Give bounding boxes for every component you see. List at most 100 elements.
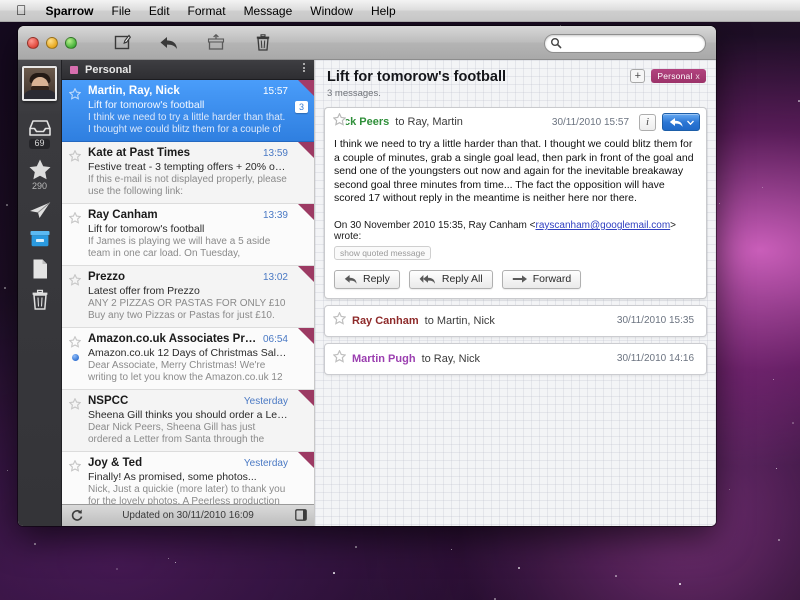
window-controls: [18, 37, 77, 49]
apple-menu-icon[interactable]: : [8, 3, 37, 19]
collapsed-message-row[interactable]: Martin Pugh to Ray, Nick 30/11/2010 14:1…: [324, 343, 707, 375]
forward-icon: [512, 274, 528, 285]
star-icon[interactable]: [69, 335, 81, 353]
star-icon[interactable]: [333, 350, 346, 368]
row-sender: Martin, Ray, Nick: [88, 85, 180, 97]
avatar: [22, 66, 57, 101]
reply-icon[interactable]: [158, 32, 180, 54]
row-flag-icon: [298, 80, 314, 96]
unread-indicator: [72, 354, 79, 361]
message-date: 30/11/2010 15:35: [617, 315, 698, 326]
message-date: 30/11/2010 15:57: [552, 117, 633, 128]
compose-icon[interactable]: [111, 32, 133, 54]
table-row[interactable]: 3 Martin, Ray, Nick 15:57 Lift for tomor…: [62, 80, 314, 142]
search-icon: [550, 36, 562, 54]
message-header: Nick Peers to Ray, Martin 30/11/2010 15:…: [325, 108, 706, 136]
row-sender: Ray Canham: [88, 209, 158, 221]
minimize-button[interactable]: [46, 37, 58, 49]
reply-all-button[interactable]: Reply All: [409, 270, 493, 289]
reply-all-button-label: Reply All: [442, 273, 483, 285]
star-icon[interactable]: [69, 397, 81, 415]
table-row[interactable]: Amazon.co.uk Associates Programme 06:54 …: [62, 328, 314, 390]
trash-icon[interactable]: [252, 32, 274, 54]
menu-item-message[interactable]: Message: [235, 2, 302, 20]
row-sender: NSPCC: [88, 395, 128, 407]
row-flag-icon: [298, 142, 314, 158]
row-subject: Festive treat - 3 tempting offers + 20% …: [88, 161, 288, 173]
rail-item-drafts[interactable]: [18, 253, 62, 282]
row-time: 15:57: [259, 86, 288, 97]
show-quoted-message-button[interactable]: show quoted message: [334, 246, 431, 260]
menu-bar:  Sparrow File Edit Format Message Windo…: [0, 0, 800, 22]
open-message-card: Nick Peers to Ray, Martin 30/11/2010 15:…: [324, 107, 707, 299]
rail-item-trash[interactable]: [18, 284, 62, 313]
reply-button-label: Reply: [363, 273, 390, 285]
rail-item-starred[interactable]: 290: [18, 153, 62, 193]
reply-all-icon: [419, 274, 437, 285]
star-icon[interactable]: [69, 87, 81, 105]
mail-list-status: Updated on 30/11/2010 16:09: [122, 510, 254, 521]
zoom-button[interactable]: [65, 37, 77, 49]
menu-item-help[interactable]: Help: [362, 2, 405, 20]
toolbar: [111, 32, 274, 54]
tag-remove-icon[interactable]: x: [696, 71, 700, 81]
row-subject: Latest offer from Prezzo: [88, 285, 288, 297]
conversation-header: Lift for tomorow's football 3 messages. …: [315, 60, 716, 105]
collapse-sidebar-icon[interactable]: [295, 509, 307, 524]
table-row[interactable]: NSPCC Yesterday Sheena Gill thinks you s…: [62, 390, 314, 452]
row-sender: Joy & Ted: [88, 457, 142, 469]
rail-item-archive[interactable]: [18, 224, 62, 251]
table-row[interactable]: Prezzo 13:02 Latest offer from Prezzo AN…: [62, 266, 314, 328]
row-snippet: Dear Associate, Merry Christmas! We're w…: [88, 360, 288, 384]
collapsed-message-row[interactable]: Ray Canham to Martin, Nick 30/11/2010 15…: [324, 305, 707, 337]
row-snippet: ANY 2 PIZZAS OR PASTAS FOR ONLY £10 Buy …: [88, 298, 288, 322]
row-time: 13:59: [259, 148, 288, 159]
message-info-button[interactable]: i: [639, 114, 656, 131]
close-button[interactable]: [27, 37, 39, 49]
reply-button[interactable]: Reply: [334, 270, 400, 289]
row-subject: Finally! As promised, some photos...: [88, 471, 288, 483]
menu-item-format[interactable]: Format: [179, 2, 235, 20]
tag-zone: + Personal x: [630, 69, 706, 83]
row-snippet: Nick, Just a quickie (more later) to tha…: [88, 484, 288, 504]
row-flag-icon: [298, 328, 314, 344]
search-input[interactable]: [544, 34, 706, 53]
window-titlebar: [18, 26, 716, 60]
message-sender: Ray Canham: [352, 315, 419, 327]
table-row[interactable]: Ray Canham 13:39 Lift for tomorow's foot…: [62, 204, 314, 266]
table-row[interactable]: Joy & Ted Yesterday Finally! As promised…: [62, 452, 314, 504]
star-icon[interactable]: [69, 459, 81, 477]
row-snippet: I think we need to try a little harder t…: [88, 112, 288, 136]
row-time: 13:39: [259, 210, 288, 221]
archive-icon[interactable]: [205, 32, 227, 54]
star-icon[interactable]: [333, 312, 346, 330]
status-badge[interactable]: Personal x: [651, 69, 706, 83]
star-icon[interactable]: [69, 149, 81, 167]
message-recipients: to Ray, Nick: [422, 353, 480, 365]
refresh-icon[interactable]: [70, 508, 84, 525]
list-options-icon[interactable]: [303, 63, 305, 72]
row-time: Yesterday: [240, 458, 288, 469]
table-row[interactable]: Kate at Past Times 13:59 Festive treat -…: [62, 142, 314, 204]
search-container: [544, 33, 706, 52]
rail-item-sent[interactable]: [18, 195, 62, 222]
menu-item-edit[interactable]: Edit: [140, 2, 179, 20]
star-icon[interactable]: [69, 211, 81, 229]
star-icon[interactable]: [69, 273, 81, 291]
reply-dropdown-button[interactable]: [662, 113, 700, 131]
tag-label: Personal: [657, 71, 692, 81]
menu-item-window[interactable]: Window: [301, 2, 362, 20]
row-sender: Prezzo: [88, 271, 125, 283]
message-count: 3 messages.: [327, 88, 704, 99]
forward-button[interactable]: Forward: [502, 270, 582, 289]
message-recipients: to Martin, Nick: [425, 315, 495, 327]
message-recipients: to Ray, Martin: [395, 116, 463, 128]
menu-item-file[interactable]: File: [103, 2, 140, 20]
conversation-pane: Lift for tomorow's football 3 messages. …: [314, 60, 716, 526]
star-icon[interactable]: [333, 113, 346, 131]
mail-list-scroll[interactable]: 3 Martin, Ray, Nick 15:57 Lift for tomor…: [62, 80, 314, 504]
menu-item-sparrow[interactable]: Sparrow: [37, 2, 103, 20]
rail-item-inbox[interactable]: 69: [18, 113, 62, 151]
add-tag-button[interactable]: +: [630, 69, 645, 83]
quote-email-link[interactable]: rayscanham@googlemail.com: [536, 220, 671, 231]
